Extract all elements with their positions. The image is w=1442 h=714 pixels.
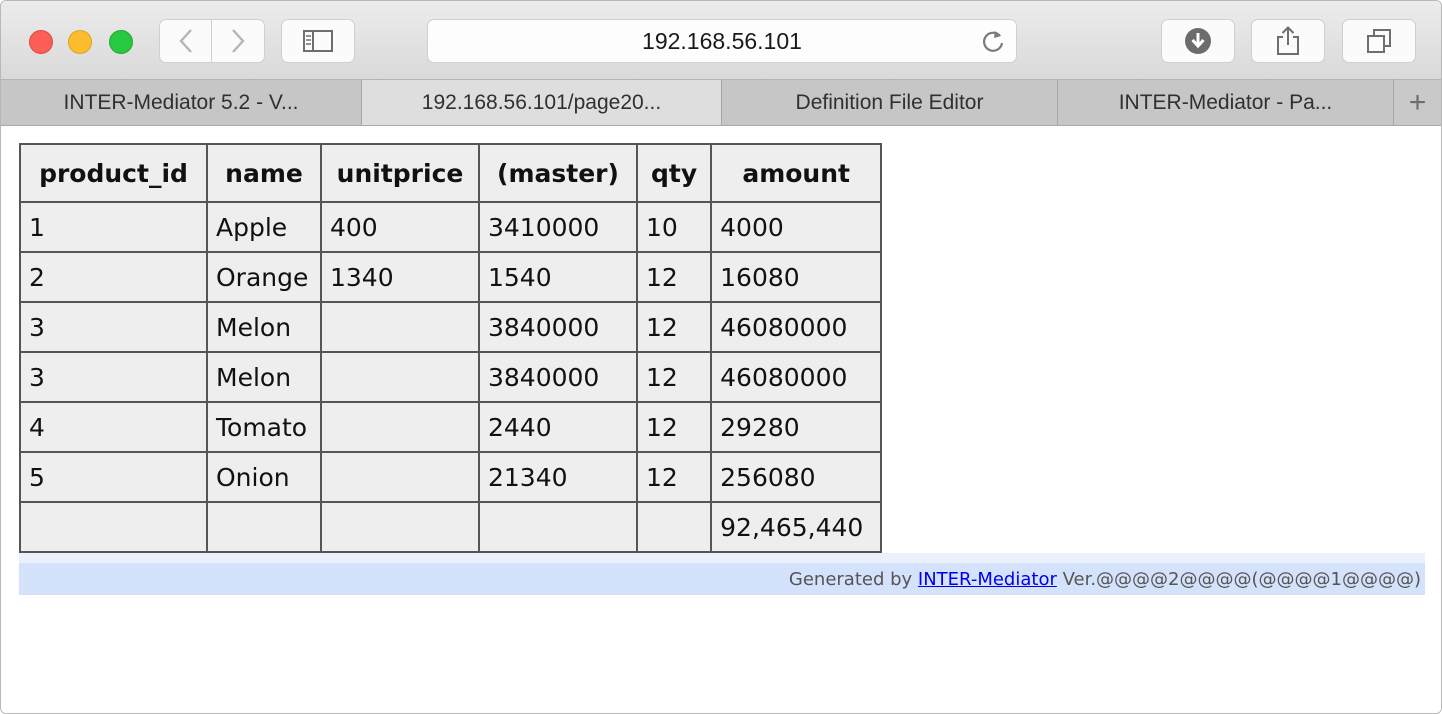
cell-master: 21340 [478, 451, 638, 503]
page-content: product_id name unitprice (master) qty a… [1, 127, 1441, 713]
cell-unitprice: 400 [320, 201, 480, 253]
table-row: 3 Melon 3840000 12 46080000 [19, 301, 883, 353]
cell-qty: 12 [635, 351, 713, 403]
back-button[interactable] [159, 19, 212, 63]
cell-master: 3840000 [478, 301, 638, 353]
sidebar-icon [303, 30, 333, 52]
column-header-qty: qty [635, 143, 713, 203]
table-row: 5 Onion 21340 12 256080 [19, 451, 883, 503]
table-row: 2 Orange 1340 1540 12 16080 [19, 251, 883, 303]
cell-unitprice [320, 351, 480, 403]
cell-unitprice [320, 501, 480, 553]
cell-total-amount: 92,465,440 [710, 501, 883, 553]
footer-prefix: Generated by [788, 569, 918, 590]
cell-product-id: 2 [19, 251, 208, 303]
cell-name: Onion [206, 451, 322, 503]
cell-master: 3410000 [478, 201, 638, 253]
cell-name: Apple [206, 201, 322, 253]
cell-name: Melon [206, 301, 322, 353]
cell-name [206, 501, 322, 553]
cell-product-id: 3 [19, 351, 208, 403]
cell-amount: 16080 [710, 251, 883, 303]
cell-qty: 12 [635, 251, 713, 303]
cell-qty: 12 [635, 451, 713, 503]
cell-amount: 4000 [710, 201, 883, 253]
tab-bar: INTER-Mediator 5.2 - V... 192.168.56.101… [1, 80, 1441, 126]
tab-intermediator-pa[interactable]: INTER-Mediator - Pa... [1058, 80, 1394, 125]
browser-toolbar: 192.168.56.101 [1, 1, 1441, 80]
cell-product-id: 1 [19, 201, 208, 253]
forward-button[interactable] [212, 19, 265, 63]
minimize-window-button[interactable] [68, 30, 92, 54]
cell-product-id [19, 501, 208, 553]
cell-product-id: 3 [19, 301, 208, 353]
download-icon [1185, 28, 1211, 54]
tab-intermediator-5-2[interactable]: INTER-Mediator 5.2 - V... [1, 80, 362, 125]
cell-amount: 46080000 [710, 301, 883, 353]
browser-window: 192.168.56.101 INTER-Mediator 5.2 - V...… [0, 0, 1442, 714]
tab-page20[interactable]: 192.168.56.101/page20... [362, 80, 722, 125]
tab-label: 192.168.56.101/page20... [421, 90, 662, 114]
close-window-button[interactable] [29, 30, 53, 54]
table-total-row: 92,465,440 [19, 501, 883, 553]
table-row: 1 Apple 400 3410000 10 4000 [19, 201, 883, 253]
cell-qty: 12 [635, 301, 713, 353]
cell-master: 2440 [478, 401, 638, 453]
product-table: product_id name unitprice (master) qty a… [19, 143, 883, 553]
table-row: 3 Melon 3840000 12 46080000 [19, 351, 883, 403]
table-row: 4 Tomato 2440 12 29280 [19, 401, 883, 453]
share-button[interactable] [1251, 19, 1325, 63]
column-header-amount: amount [710, 143, 883, 203]
cell-master: 3840000 [478, 351, 638, 403]
cell-amount: 29280 [710, 401, 883, 453]
address-text: 192.168.56.101 [642, 27, 802, 54]
address-bar[interactable]: 192.168.56.101 [427, 19, 1017, 63]
cell-qty: 12 [635, 401, 713, 453]
column-header-name: name [206, 143, 322, 203]
column-header-unitprice: unitprice [320, 143, 480, 203]
new-tab-button[interactable]: + [1394, 80, 1441, 125]
cell-master [478, 501, 638, 553]
tab-label: Definition File Editor [795, 90, 984, 114]
cell-product-id: 4 [19, 401, 208, 453]
share-icon [1277, 26, 1299, 55]
tab-label: INTER-Mediator 5.2 - V... [63, 90, 299, 114]
show-tabs-button[interactable] [1342, 19, 1416, 63]
column-header-master: (master) [478, 143, 638, 203]
cell-name: Orange [206, 251, 322, 303]
chevron-left-icon [178, 29, 192, 53]
cell-name: Tomato [206, 401, 322, 453]
zoom-window-button[interactable] [109, 30, 133, 54]
cell-amount: 46080000 [710, 351, 883, 403]
downloads-button[interactable] [1161, 19, 1235, 63]
footer-version: Ver.@@@@2@@@@(@@@@1@@@@) [1056, 569, 1421, 590]
cell-qty [635, 501, 713, 553]
cell-amount: 256080 [710, 451, 883, 503]
cell-unitprice [320, 401, 480, 453]
cell-name: Melon [206, 351, 322, 403]
tab-definition-file-editor[interactable]: Definition File Editor [722, 80, 1058, 125]
cell-unitprice [320, 301, 480, 353]
tab-label: INTER-Mediator - Pa... [1118, 90, 1333, 114]
cell-unitprice [320, 451, 480, 503]
table-header-row: product_id name unitprice (master) qty a… [19, 143, 883, 203]
cell-unitprice: 1340 [320, 251, 480, 303]
cell-qty: 10 [635, 201, 713, 253]
reload-icon[interactable] [980, 28, 1006, 54]
plus-icon: + [1408, 85, 1427, 119]
sidebar-toggle-button[interactable] [281, 19, 355, 63]
intermediator-link[interactable]: INTER-Mediator [918, 569, 1057, 590]
cell-master: 1540 [478, 251, 638, 303]
generator-footer: Generated by INTER-Mediator Ver.@@@@2@@@… [19, 553, 1425, 595]
chevron-right-icon [232, 29, 245, 53]
cell-product-id: 5 [19, 451, 208, 503]
column-header-product-id: product_id [19, 143, 208, 203]
tabs-overview-icon [1367, 29, 1391, 53]
